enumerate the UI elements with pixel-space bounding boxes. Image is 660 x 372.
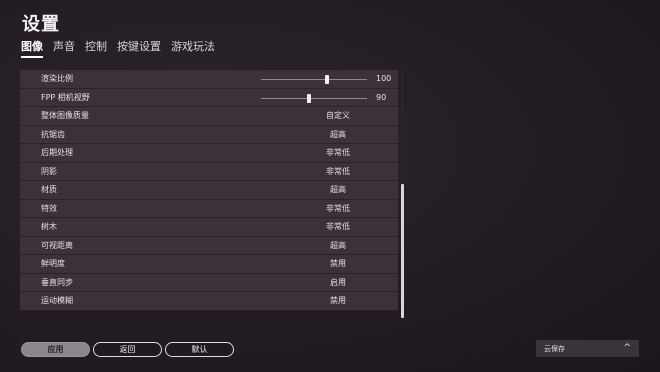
- cloud-save-label: 云保存: [544, 344, 565, 353]
- fpp-fov-slider[interactable]: [261, 97, 367, 99]
- back-button[interactable]: 返回: [93, 342, 162, 357]
- setting-row-render-scale: 渲染比例 100: [20, 70, 398, 89]
- setting-value: 启用: [330, 277, 346, 287]
- setting-value: 超高: [330, 240, 346, 250]
- default-button[interactable]: 默认: [165, 342, 234, 357]
- render-scale-value: 100: [376, 74, 392, 84]
- setting-row-post-processing[interactable]: 后期处理 非常低: [20, 144, 398, 163]
- setting-label: 特效: [41, 203, 57, 213]
- setting-label: 渲染比例: [41, 74, 73, 84]
- settings-panel: 渲染比例 100 FPP 相机视野 90 整体图像质量 自定义 抗锯齿 超高 后期处…: [20, 70, 398, 318]
- page-title: 设置: [22, 14, 60, 35]
- settings-tabs: 图像 声音 控制 按键设置 游戏玩法: [21, 38, 225, 58]
- setting-value: 自定义: [326, 111, 350, 121]
- setting-value: 禁用: [330, 296, 346, 306]
- setting-row-sharpness[interactable]: 鲜明度 禁用: [20, 255, 398, 274]
- setting-value: 禁用: [330, 259, 346, 269]
- tab-graphics[interactable]: 图像: [21, 38, 43, 58]
- setting-row-view-distance[interactable]: 可视距离 超高: [20, 236, 398, 255]
- cloud-save-dropdown[interactable]: 云保存 ^: [536, 340, 639, 357]
- tab-sound[interactable]: 声音: [53, 38, 75, 58]
- setting-label: 鲜明度: [41, 259, 65, 269]
- setting-row-anti-aliasing[interactable]: 抗锯齿 超高: [20, 125, 398, 144]
- setting-label: FPP 相机视野: [41, 92, 90, 102]
- render-scale-slider[interactable]: [261, 79, 367, 80]
- fpp-fov-value: 90: [376, 92, 387, 102]
- setting-row-effects[interactable]: 特效 非常低: [20, 199, 398, 218]
- setting-row-fpp-fov: FPP 相机视野 90: [20, 88, 398, 107]
- setting-value: 非常低: [326, 222, 350, 232]
- setting-row-vsync[interactable]: 垂直同步 启用: [20, 273, 398, 292]
- setting-label: 阴影: [41, 166, 57, 176]
- tab-gameplay[interactable]: 游戏玩法: [171, 38, 215, 58]
- setting-label: 材质: [41, 185, 57, 195]
- tab-keybindings[interactable]: 按键设置: [117, 38, 161, 58]
- render-scale-slider-knob[interactable]: [324, 75, 329, 84]
- setting-row-textures[interactable]: 材质 超高: [20, 181, 398, 200]
- setting-label: 垂直同步: [41, 277, 73, 287]
- setting-label: 后期处理: [41, 148, 73, 158]
- setting-row-foliage[interactable]: 树木 非常低: [20, 218, 398, 237]
- chevron-up-icon: ^: [623, 343, 631, 353]
- setting-label: 树木: [41, 222, 57, 232]
- scrollbar-thumb[interactable]: [401, 184, 404, 318]
- setting-value: 超高: [330, 185, 346, 195]
- setting-row-motion-blur[interactable]: 运动模糊 禁用: [20, 292, 398, 311]
- setting-value: 超高: [330, 129, 346, 139]
- setting-label: 整体图像质量: [41, 111, 89, 121]
- setting-row-overall-quality[interactable]: 整体图像质量 自定义: [20, 107, 398, 126]
- setting-value: 非常低: [326, 148, 350, 158]
- setting-label: 抗锯齿: [41, 129, 65, 139]
- fpp-fov-slider-knob[interactable]: [306, 93, 311, 103]
- setting-label: 可视距离: [41, 240, 73, 250]
- setting-label: 运动模糊: [41, 296, 73, 306]
- setting-value: 非常低: [326, 203, 350, 213]
- apply-button[interactable]: 应用: [21, 342, 90, 357]
- tab-control[interactable]: 控制: [85, 38, 107, 58]
- setting-value: 非常低: [326, 166, 350, 176]
- settings-list: 整体图像质量 自定义 抗锯齿 超高 后期处理 非常低 阴影 非常低 材质 超高 特效 非常低…: [20, 107, 398, 311]
- setting-row-shadows[interactable]: 阴影 非常低: [20, 162, 398, 181]
